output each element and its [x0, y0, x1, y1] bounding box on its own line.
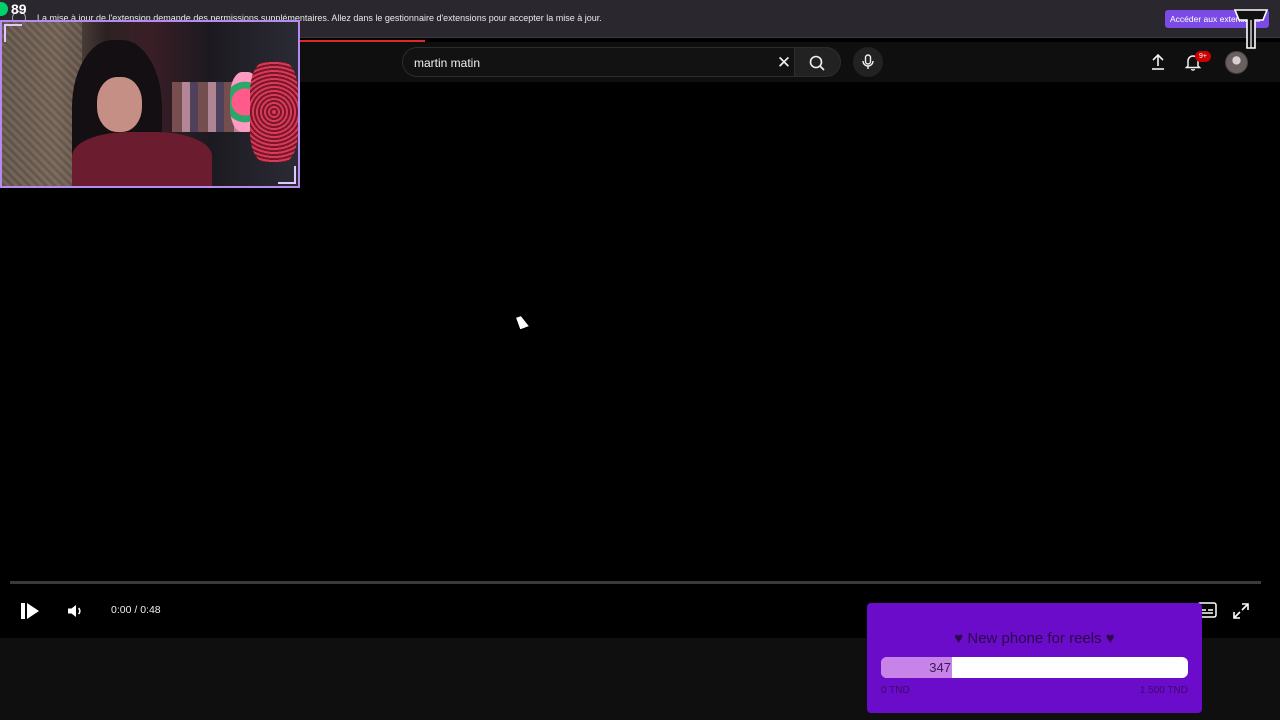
play-pause-button[interactable]	[19, 600, 41, 622]
fullscreen-icon	[1233, 603, 1249, 619]
search-button[interactable]	[795, 47, 841, 77]
play-pause-icon	[21, 603, 39, 619]
mouse-cursor-icon	[516, 314, 529, 330]
volume-button[interactable]	[65, 601, 85, 621]
streamer-face	[97, 77, 142, 132]
search-box: ✕	[402, 47, 795, 77]
live-indicator-icon	[0, 2, 8, 16]
voice-search-button[interactable]	[853, 47, 883, 77]
viewer-count: 89	[11, 1, 27, 17]
time-display: 0:00 / 0:48	[111, 604, 161, 616]
upload-icon	[1152, 53, 1164, 70]
clear-search-icon[interactable]: ✕	[774, 53, 794, 73]
viewer-count-overlay: 89	[0, 1, 27, 17]
goal-max-label: 1 500 TND	[1139, 685, 1188, 696]
streamer-webcam	[0, 20, 300, 188]
search-input[interactable]	[414, 54, 754, 72]
streamer-body	[72, 132, 212, 186]
webcam-background	[2, 22, 82, 186]
upload-button[interactable]	[1147, 51, 1169, 73]
channel-logo-icon	[1233, 9, 1269, 49]
goal-min-label: 0 TND	[881, 685, 910, 696]
avatar[interactable]	[1225, 51, 1248, 74]
screen: La mise à jour de l'extension demande de…	[0, 0, 1280, 720]
notification-badge: 9+	[1195, 51, 1211, 62]
punching-bag	[250, 62, 298, 162]
goal-title: ♥ New phone for reels ♥	[954, 630, 1115, 647]
frame-corner	[4, 24, 22, 42]
frame-corner	[278, 166, 296, 184]
donation-goal-widget: ♥ New phone for reels ♥ 347 0 TND 1 500 …	[867, 603, 1202, 713]
goal-current-amount: 347	[929, 660, 951, 675]
mic-icon	[862, 54, 874, 69]
volume-icon	[68, 605, 81, 617]
search-icon	[809, 55, 825, 71]
fullscreen-button[interactable]	[1232, 602, 1250, 620]
